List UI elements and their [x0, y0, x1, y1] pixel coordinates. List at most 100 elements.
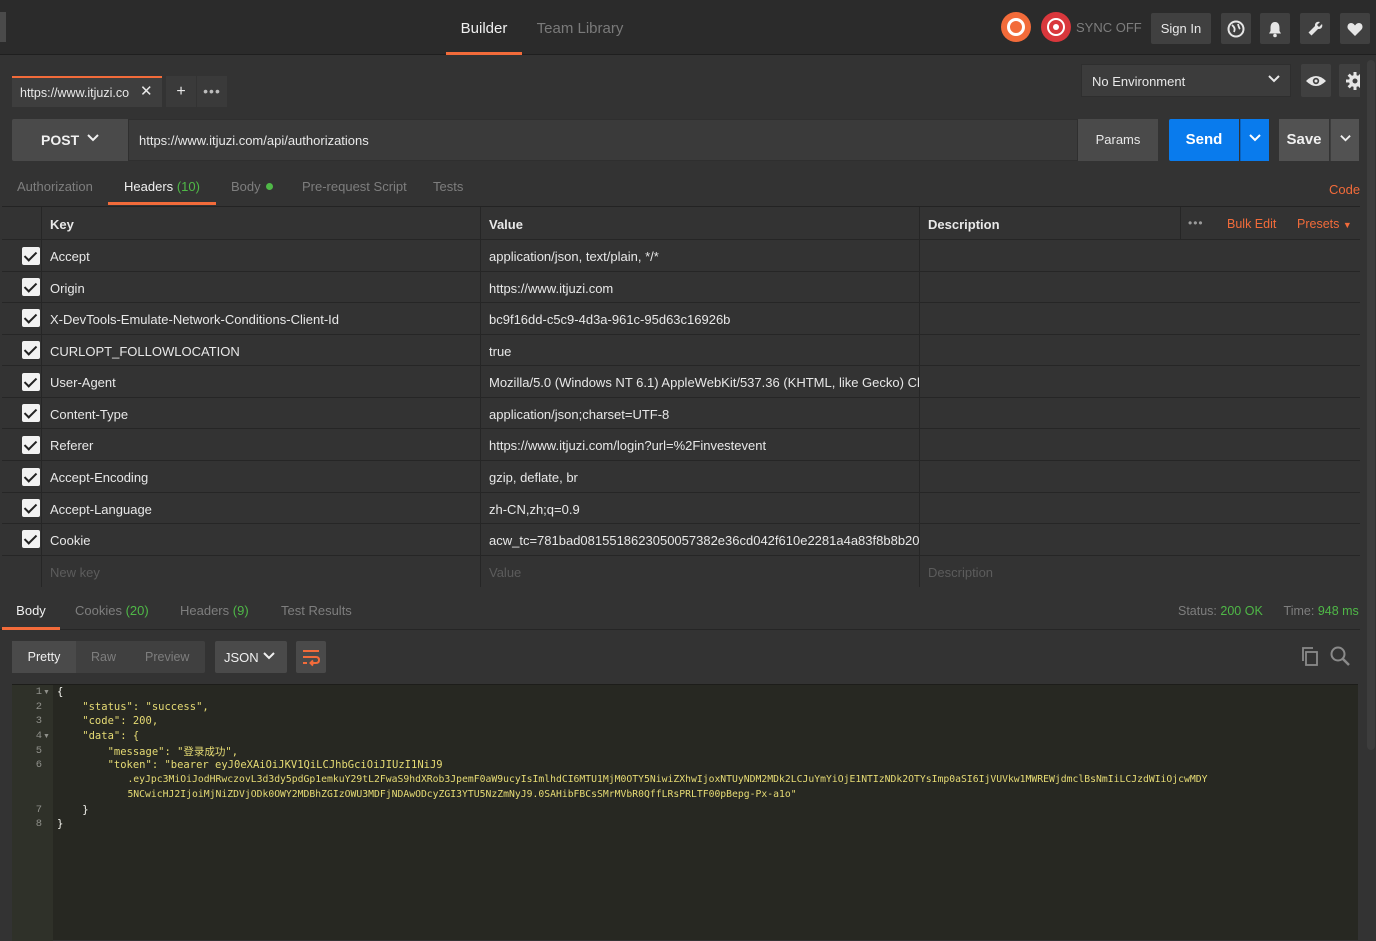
- send-options-button[interactable]: [1240, 119, 1269, 161]
- new-value-input[interactable]: Value: [480, 556, 920, 587]
- bulk-edit-button[interactable]: Bulk Edit: [1227, 217, 1276, 231]
- table-row: Accept-Encoding gzip, deflate, br: [2, 461, 1369, 493]
- row-checkbox[interactable]: [22, 499, 40, 517]
- tab-builder[interactable]: Builder: [446, 0, 522, 55]
- new-tab-button[interactable]: +: [166, 76, 196, 107]
- chevron-down-icon: [1339, 135, 1351, 142]
- header-key-cell[interactable]: Accept: [41, 240, 481, 271]
- top-bar: Builder Team Library SYNC OFF Sign In: [0, 0, 1376, 55]
- response-tab-headers[interactable]: Headers (9): [180, 590, 249, 630]
- send-button[interactable]: Send: [1169, 119, 1239, 161]
- sync-button[interactable]: [1041, 12, 1071, 42]
- interceptor-button[interactable]: [1001, 12, 1031, 42]
- header-key-cell[interactable]: Content-Type: [41, 398, 481, 428]
- new-description-input[interactable]: Description: [919, 556, 1369, 587]
- tab-body[interactable]: Body: [231, 172, 273, 205]
- header-description-cell[interactable]: [919, 524, 1369, 555]
- header-description-cell[interactable]: [919, 398, 1369, 428]
- header-key-cell[interactable]: Origin: [41, 272, 481, 302]
- heart-button[interactable]: [1340, 13, 1370, 44]
- view-pretty-button[interactable]: Pretty: [12, 641, 76, 673]
- search-icon: [1330, 646, 1350, 666]
- row-checkbox[interactable]: [22, 309, 40, 327]
- header-value-cell[interactable]: Mozilla/5.0 (Windows NT 6.1) AppleWebKit…: [480, 366, 920, 397]
- url-input[interactable]: [128, 119, 1078, 161]
- format-select[interactable]: JSON: [215, 641, 287, 673]
- response-tab-body[interactable]: Body: [2, 590, 60, 630]
- header-key-cell[interactable]: User-Agent: [41, 366, 481, 397]
- method-select[interactable]: POST: [12, 119, 128, 161]
- cookies-label: Cookies: [75, 603, 122, 618]
- row-checkbox[interactable]: [22, 341, 40, 359]
- code-line: "data": {: [57, 730, 140, 742]
- environment-select[interactable]: No Environment: [1081, 64, 1291, 97]
- header-description-cell[interactable]: [919, 429, 1369, 460]
- wrap-lines-button[interactable]: [296, 641, 326, 673]
- code-link[interactable]: Code: [1329, 182, 1360, 197]
- notifications-button[interactable]: [1260, 13, 1290, 44]
- save-button[interactable]: Save: [1279, 119, 1329, 161]
- header-key-cell[interactable]: X-DevTools-Emulate-Network-Conditions-Cl…: [41, 303, 481, 334]
- request-tab[interactable]: https://www.itjuzi.com/api/authorization…: [12, 76, 162, 107]
- tab-tests[interactable]: Tests: [433, 172, 463, 205]
- view-preview-button[interactable]: Preview: [145, 641, 189, 673]
- row-checkbox[interactable]: [22, 436, 40, 454]
- presets-button[interactable]: Presets ▼: [1297, 217, 1352, 231]
- tab-team-library[interactable]: Team Library: [532, 0, 628, 55]
- header-value-cell[interactable]: application/json;charset=UTF-8: [480, 398, 920, 428]
- row-checkbox[interactable]: [22, 468, 40, 486]
- tab-headers[interactable]: Headers (10): [108, 172, 216, 205]
- header-value-cell[interactable]: bc9f16dd-c5c9-4d3a-961c-95d63c16926b: [480, 303, 920, 334]
- search-button[interactable]: [1329, 645, 1353, 669]
- sidebar-toggle[interactable]: [0, 12, 6, 42]
- row-checkbox[interactable]: [22, 247, 40, 265]
- save-options-button[interactable]: [1330, 119, 1359, 161]
- header-value-cell[interactable]: application/json, text/plain, */*: [480, 240, 920, 271]
- row-checkbox[interactable]: [22, 530, 40, 548]
- settings-button[interactable]: [1300, 13, 1330, 44]
- header-description-cell[interactable]: [919, 303, 1369, 334]
- new-key-input[interactable]: New key: [41, 556, 481, 587]
- header-value-cell[interactable]: zh-CN,zh;q=0.9: [480, 493, 920, 523]
- response-tab-cookies[interactable]: Cookies (20): [75, 590, 149, 630]
- row-checkbox[interactable]: [22, 278, 40, 296]
- response-tab-test-results[interactable]: Test Results: [281, 590, 352, 630]
- sign-in-button[interactable]: Sign In: [1151, 13, 1211, 44]
- fold-icon[interactable]: ▼: [43, 689, 50, 696]
- header-description-cell[interactable]: [919, 461, 1369, 492]
- copy-button[interactable]: [1299, 645, 1323, 669]
- tab-authorization[interactable]: Authorization: [17, 172, 93, 205]
- heart-icon: [1347, 22, 1363, 36]
- header-key-cell[interactable]: CURLOPT_FOLLOWLOCATION: [41, 335, 481, 365]
- header-key-cell[interactable]: Accept-Encoding: [41, 461, 481, 492]
- scrollbar-thumb[interactable]: [1367, 60, 1375, 750]
- table-more-button[interactable]: •••: [1188, 216, 1204, 230]
- header-description-cell[interactable]: [919, 240, 1369, 271]
- header-description-cell[interactable]: [919, 366, 1369, 397]
- tab-pre-request-script[interactable]: Pre-request Script: [302, 172, 407, 205]
- header-key-cell[interactable]: Referer: [41, 429, 481, 460]
- header-description-cell[interactable]: [919, 272, 1369, 302]
- header-value-cell[interactable]: true: [480, 335, 920, 365]
- header-description-cell[interactable]: [919, 335, 1369, 365]
- params-button[interactable]: Params: [1078, 119, 1158, 161]
- header-value-cell[interactable]: acw_tc=781bad0815518623050057382e36cd042…: [480, 524, 920, 555]
- table-row: Accept-Language zh-CN,zh;q=0.9: [2, 493, 1369, 524]
- header-value-cell[interactable]: https://www.itjuzi.com/login?url=%2Finve…: [480, 429, 920, 460]
- globe-button[interactable]: [1221, 13, 1251, 44]
- row-checkbox[interactable]: [22, 404, 40, 422]
- tab-more-button[interactable]: •••: [197, 76, 227, 107]
- response-body-editor[interactable]: 1 ▼ 2 3 4 ▼ 5 6 7 8 { "status": "success…: [12, 684, 1358, 941]
- close-icon[interactable]: ✕: [140, 82, 153, 100]
- header-key-cell[interactable]: Accept-Language: [41, 493, 481, 523]
- row-checkbox[interactable]: [22, 373, 40, 391]
- header-value-cell[interactable]: https://www.itjuzi.com: [480, 272, 920, 302]
- header-key-cell[interactable]: Cookie: [41, 524, 481, 555]
- header-description-cell[interactable]: [919, 493, 1369, 523]
- header-value-cell[interactable]: gzip, deflate, br: [480, 461, 920, 492]
- code-line: "message": "登录成功",: [57, 746, 239, 758]
- cookies-count: (20): [125, 603, 149, 618]
- view-raw-button[interactable]: Raw: [91, 641, 116, 673]
- environment-quick-look-button[interactable]: [1301, 64, 1331, 97]
- fold-icon[interactable]: ▼: [43, 733, 50, 740]
